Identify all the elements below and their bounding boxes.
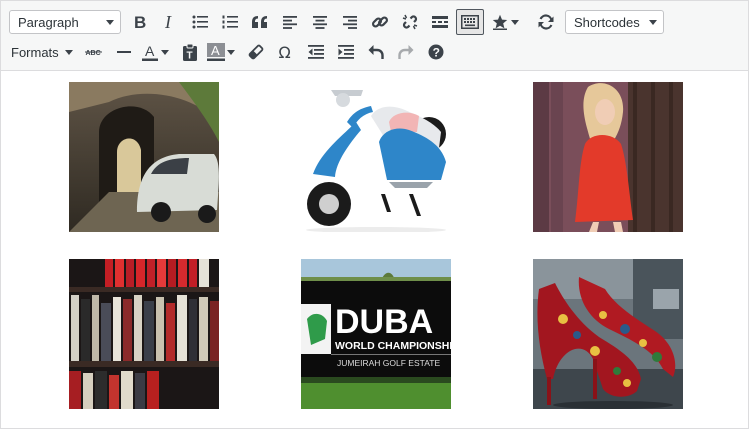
svg-text:Ω: Ω xyxy=(278,44,290,60)
chevron-down-icon xyxy=(511,19,519,25)
italic-icon: I xyxy=(164,14,172,30)
gallery-image-books[interactable] xyxy=(69,259,219,409)
unlink-icon xyxy=(402,14,418,30)
refresh-icon xyxy=(538,14,554,30)
bullet-list-button[interactable] xyxy=(185,7,215,37)
redo-icon xyxy=(397,45,414,59)
gallery-image-woman[interactable] xyxy=(533,82,683,232)
indent-button[interactable] xyxy=(331,37,361,67)
read-more-icon xyxy=(432,16,448,28)
star-button[interactable] xyxy=(489,7,511,37)
text-color-icon: A xyxy=(141,43,158,61)
paste-as-text-button[interactable]: T xyxy=(175,37,205,67)
text-color-dropdown[interactable] xyxy=(160,49,175,55)
toolbar-row-2: Formats ABC A T A Ω ? xyxy=(1,37,451,67)
woman-red-dress-image xyxy=(533,82,683,232)
clear-formatting-icon xyxy=(248,44,264,60)
bullet-list-icon xyxy=(192,15,208,29)
paste-as-text-icon: T xyxy=(182,43,197,62)
italic-button[interactable]: I xyxy=(155,7,185,37)
help-button[interactable]: ? xyxy=(421,37,451,67)
unlink-button[interactable] xyxy=(395,7,425,37)
editor-toolbar: Paragraph B I Shortcodes Formats ABC A T… xyxy=(1,1,748,71)
gallery-image-scooter[interactable] xyxy=(301,82,451,232)
strikethrough-button[interactable]: ABC xyxy=(79,37,109,67)
formats-dropdown[interactable]: Formats xyxy=(5,37,79,67)
bookshelf-image xyxy=(69,259,219,409)
formats-label: Formats xyxy=(11,44,59,60)
toolbar-toggle-button[interactable] xyxy=(456,9,484,35)
link-button[interactable] xyxy=(365,7,395,37)
outdent-icon xyxy=(307,45,324,59)
background-color-icon: A xyxy=(206,43,225,61)
gallery-image-shoes[interactable] xyxy=(533,259,683,409)
special-character-button[interactable]: Ω xyxy=(271,37,301,67)
shortcodes-select-value: Shortcodes xyxy=(574,14,640,30)
refresh-button[interactable] xyxy=(531,7,561,37)
link-icon xyxy=(371,16,389,28)
chevron-down-icon xyxy=(226,49,235,55)
shortcodes-select[interactable]: Shortcodes xyxy=(565,10,664,34)
numbered-list-button[interactable] xyxy=(215,7,245,37)
golf-banner-subtitle: WORLD CHAMPIONSHIP xyxy=(335,340,451,352)
svg-text:T: T xyxy=(186,51,192,62)
outdent-button[interactable] xyxy=(301,37,331,67)
align-left-button[interactable] xyxy=(275,7,305,37)
blockquote-button[interactable] xyxy=(245,7,275,37)
toolbar-row-1: Paragraph B I Shortcodes xyxy=(1,7,664,37)
text-color-button[interactable]: A xyxy=(139,37,161,67)
indent-icon xyxy=(337,45,354,59)
svg-text:A: A xyxy=(211,43,220,58)
chevron-down-icon xyxy=(64,49,73,55)
svg-text:?: ? xyxy=(432,46,439,60)
svg-text:ABC: ABC xyxy=(85,50,100,57)
align-left-icon xyxy=(283,15,297,29)
bold-icon: B xyxy=(134,14,146,30)
scooter-image xyxy=(301,82,451,232)
format-select-value: Paragraph xyxy=(18,14,79,30)
horizontal-line-button[interactable] xyxy=(109,37,139,67)
undo-icon xyxy=(368,45,384,59)
numbered-list-icon xyxy=(222,15,238,29)
golf-banner-venue: JUMEIRAH GOLF ESTATE xyxy=(337,358,440,368)
gallery-image-car[interactable] xyxy=(69,82,219,232)
chevron-down-icon xyxy=(106,19,114,25)
background-color-dropdown[interactable] xyxy=(226,49,241,55)
golf-banner-title: DUBA xyxy=(335,303,433,341)
gallery-image-golf[interactable]: DUBA WORLD CHAMPIONSHIP JUMEIRAH GOLF ES… xyxy=(301,259,451,409)
undo-button[interactable] xyxy=(361,37,391,67)
strikethrough-icon: ABC xyxy=(84,50,102,57)
star-dropdown[interactable] xyxy=(511,19,525,25)
svg-text:I: I xyxy=(164,14,172,30)
car-in-alley-image xyxy=(69,82,219,232)
align-center-icon xyxy=(313,15,327,29)
red-shoes-image xyxy=(533,259,683,409)
format-select[interactable]: Paragraph xyxy=(9,10,121,34)
horizontal-line-icon xyxy=(116,51,131,53)
toolbar-toggle-icon xyxy=(461,15,479,29)
redo-button xyxy=(391,37,421,67)
clear-formatting-button[interactable] xyxy=(241,37,271,67)
editor: Paragraph B I Shortcodes Formats ABC A T… xyxy=(0,0,749,429)
align-right-button[interactable] xyxy=(335,7,365,37)
read-more-button[interactable] xyxy=(425,7,455,37)
chevron-down-icon xyxy=(649,19,657,25)
bold-button[interactable]: B xyxy=(125,7,155,37)
align-center-button[interactable] xyxy=(305,7,335,37)
svg-text:A: A xyxy=(145,43,155,59)
align-right-icon xyxy=(343,15,357,29)
golf-banner-image: DUBA WORLD CHAMPIONSHIP JUMEIRAH GOLF ES… xyxy=(301,259,451,409)
chevron-down-icon xyxy=(160,49,169,55)
help-icon: ? xyxy=(428,44,444,60)
blockquote-icon xyxy=(252,16,267,28)
svg-text:B: B xyxy=(134,14,146,30)
background-color-button[interactable]: A xyxy=(205,37,227,67)
star-icon xyxy=(492,14,508,30)
editor-content[interactable]: DUBA WORLD CHAMPIONSHIP JUMEIRAH GOLF ES… xyxy=(1,71,748,428)
special-character-icon: Ω xyxy=(278,44,290,60)
